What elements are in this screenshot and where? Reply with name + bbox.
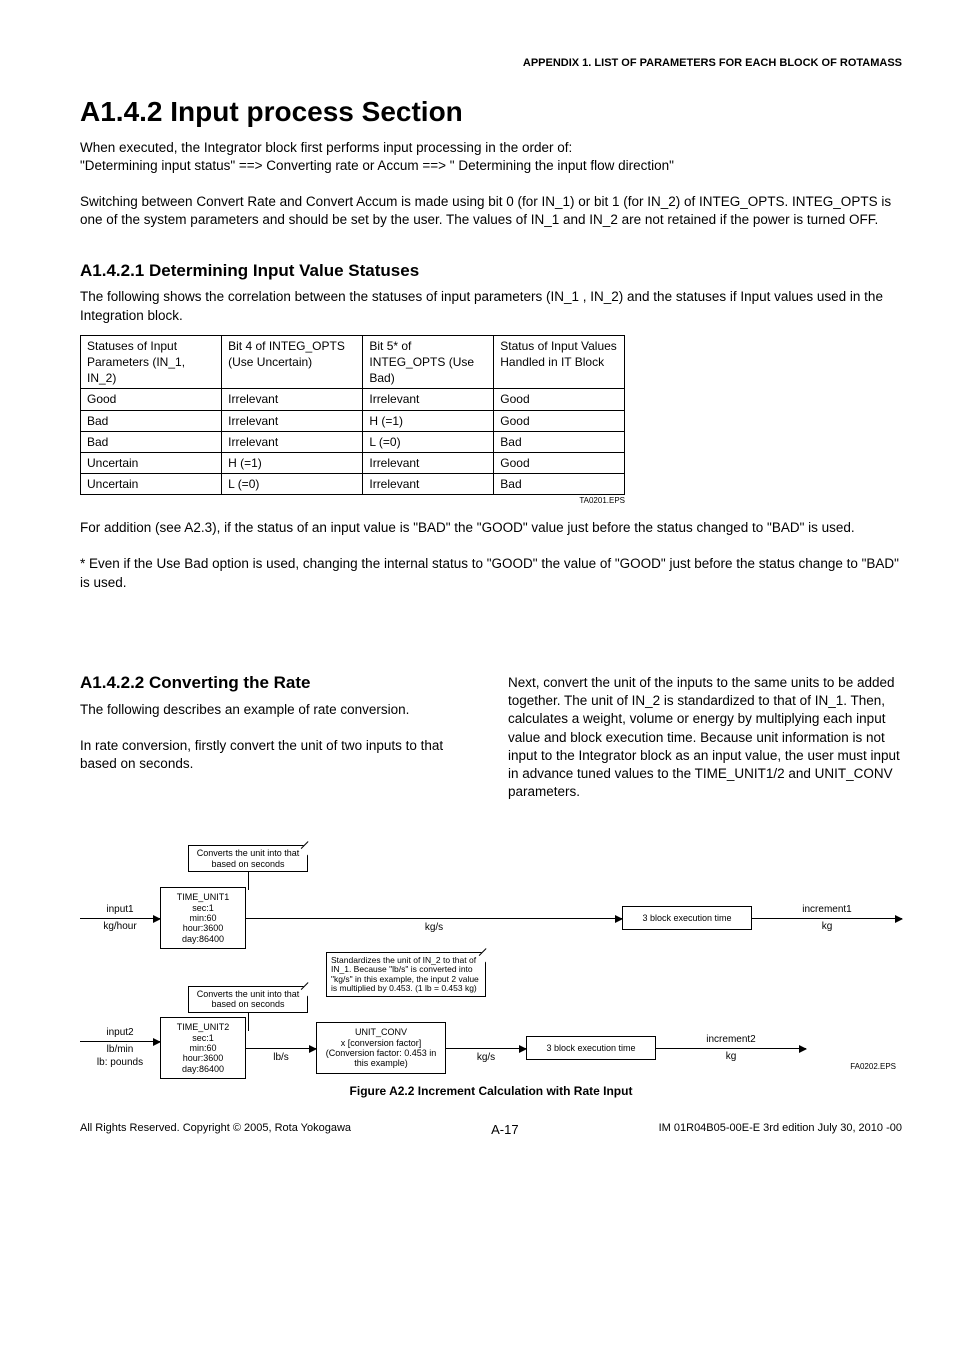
exec-box-1: 3 block execution time [622,906,752,930]
left-col: A1.4.2.2 Converting the Rate The followi… [80,672,474,792]
increment2-top: increment2 [656,1033,806,1047]
table-row: UncertainL (=0)IrrelevantBad [81,474,625,495]
intro-para-3: Switching between Convert Rate and Conve… [80,193,902,229]
th-0: Statuses of Input Parameters (IN_1, IN_2… [81,335,222,389]
unit-conv-box: UNIT_CONV x [conversion factor] (Convers… [316,1022,446,1073]
table-row: GoodIrrelevantIrrelevantGood [81,389,625,410]
footer-left: All Rights Reserved. Copyright © 2005, R… [80,1121,351,1139]
section-title: A1.4.2 Input process Section [80,93,902,131]
sub2-title: A1.4.2.2 Converting the Rate [80,672,474,695]
appendix-header: APPENDIX 1. LIST OF PARAMETERS FOR EACH … [80,56,902,71]
sub1-intro: The following shows the correlation betw… [80,288,902,324]
table-body: GoodIrrelevantIrrelevantGood BadIrreleva… [81,389,625,495]
two-column-region: A1.4.2.2 Converting the Rate The followi… [80,672,902,820]
eps-label-1: TA0201.EPS [80,496,625,507]
page: APPENDIX 1. LIST OF PARAMETERS FOR EACH … [0,0,954,1350]
intro-line-2: "Determining input status" ==> Convertin… [80,157,902,175]
exec-box-2: 3 block execution time [526,1036,656,1060]
right-col: Next, convert the unit of the inputs to … [508,672,902,820]
figure-region: Converts the unit into that based on sec… [80,845,902,1099]
input1-bot: kg/hour [80,920,160,934]
page-footer: All Rights Reserved. Copyright © 2005, R… [80,1121,902,1139]
intro-line-1: When executed, the Integrator block firs… [80,139,902,157]
mid2a-label: lb/s [246,1051,316,1065]
table-row: BadIrrelevantH (=1)Good [81,410,625,431]
footer-center: A-17 [491,1121,518,1139]
figure-caption: Figure A2.2 Increment Calculation with R… [80,1083,902,1099]
increment1-bot: kg [752,920,902,934]
input1-top: input1 [80,903,160,917]
increment1-top: increment1 [752,903,902,917]
mid2b-label: kg/s [446,1051,526,1065]
sub2-left-2: In rate conversion, firstly convert the … [80,737,474,773]
th-2: Bit 5* of INTEG_OPTS (Use Bad) [363,335,494,389]
increment2-bot: kg [656,1050,806,1064]
table-row: BadIrrelevantL (=0)Bad [81,431,625,452]
input2-bot: lb/min lb: pounds [80,1043,160,1070]
table-header-row: Statuses of Input Parameters (IN_1, IN_2… [81,335,625,389]
table-row: UncertainH (=1)IrrelevantGood [81,453,625,474]
sub1-after-1: For addition (see A2.3), if the status o… [80,519,902,537]
mid1-label: kg/s [246,921,622,935]
sub2-left-1: The following describes an example of ra… [80,701,474,719]
sub1-title: A1.4.2.1 Determining Input Value Statuse… [80,260,902,283]
time-unit2-box: TIME_UNIT2 sec:1 min:60 hour:3600 day:86… [160,1017,246,1079]
conv-note-1: Converts the unit into that based on sec… [188,845,308,890]
footer-right: IM 01R04B05-00E-E 3rd edition July 30, 2… [659,1121,902,1139]
th-3: Status of Input Values Handled in IT Blo… [494,335,625,389]
status-table: Statuses of Input Parameters (IN_1, IN_2… [80,335,625,496]
sub2-right: Next, convert the unit of the inputs to … [508,674,902,802]
sub1-after-2: * Even if the Use Bad option is used, ch… [80,555,902,591]
std-note: Standardizes the unit of IN_2 to that of… [326,952,486,997]
input2-top: input2 [80,1026,160,1040]
time-unit1-box: TIME_UNIT1 sec:1 min:60 hour:3600 day:86… [160,887,246,949]
th-1: Bit 4 of INTEG_OPTS (Use Uncertain) [222,335,363,389]
